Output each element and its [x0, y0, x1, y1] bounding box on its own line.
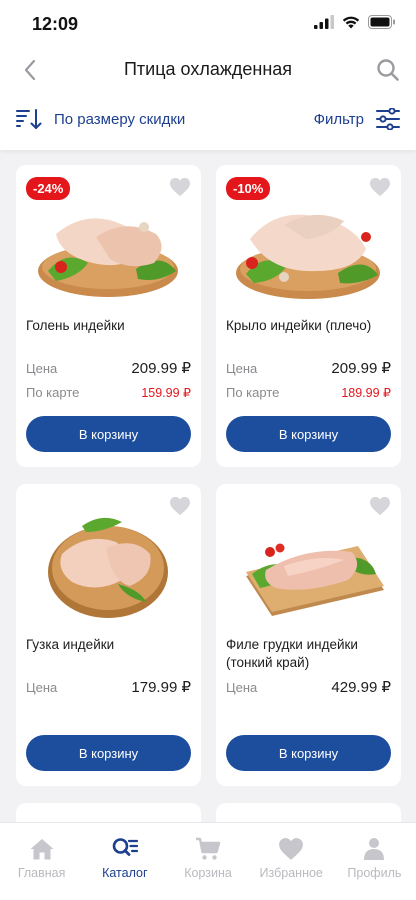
search-button[interactable] [374, 56, 402, 84]
product-image-turkey-tail [48, 517, 168, 618]
tab-favorites-label: Избранное [259, 866, 323, 880]
nav-bar: Птица охлажденная [0, 48, 416, 92]
price-label: Цена [226, 680, 258, 695]
add-to-cart-button[interactable]: В корзину [26, 735, 191, 771]
card-price-label: По карте [226, 385, 280, 400]
status-time: 12:09 [32, 14, 79, 34]
add-to-cart-button[interactable]: В корзину [226, 416, 391, 452]
product-card[interactable]: -10% Крыло индейки (плечо) Цена 209.99 ₽… [216, 165, 401, 467]
profile-icon [364, 838, 385, 860]
price-label: Цена [26, 361, 58, 376]
bottom-tab-bar: Главная Каталог Корзина Избранное Профил… [0, 822, 416, 900]
signal-icon [314, 15, 334, 29]
tab-profile-label: Профиль [347, 866, 402, 880]
search-icon [377, 59, 399, 81]
price-label: Цена [26, 680, 58, 695]
tab-cart[interactable]: Корзина [166, 823, 249, 900]
filter-button[interactable]: Фильтр [314, 108, 400, 130]
discount-badge: -10% [226, 177, 271, 200]
product-card[interactable]: Филе грудки индейки (тонкий край) Цена 4… [216, 484, 401, 786]
add-to-cart-button[interactable]: В корзину [226, 735, 391, 771]
product-name: Филе грудки индейки (тонкий край) [226, 637, 358, 670]
sort-filter-bar: По размеру скидки Фильтр [0, 92, 416, 150]
price-label: Цена [226, 361, 258, 376]
product-card[interactable]: -24% Голень индейки Цена 209.99 ₽ По кар… [16, 165, 201, 467]
card-price-value: 159.99 ₽ [141, 386, 191, 400]
wifi-icon [342, 16, 360, 29]
price-value: 179.99 ₽ [131, 679, 191, 696]
filter-label: Фильтр [313, 110, 364, 128]
product-image-turkey-breast [246, 543, 384, 616]
card-price-label: По карте [26, 385, 80, 400]
sort-button[interactable]: По размеру скидки [16, 108, 185, 130]
favorite-heart-icon[interactable] [369, 496, 391, 516]
cart-icon [196, 837, 221, 860]
add-to-cart-button[interactable]: В корзину [26, 416, 191, 452]
favorite-heart-icon[interactable] [169, 177, 191, 197]
product-card[interactable]: Гузка индейки Цена 179.99 ₽ В корзину [16, 484, 201, 786]
tab-catalog[interactable]: Каталог [83, 823, 166, 900]
tab-home-label: Главная [17, 866, 66, 880]
page-title: Птица охлажденная [123, 59, 293, 79]
price-value: 429.99 ₽ [331, 679, 391, 696]
product-name: Гузка индейки [26, 637, 115, 652]
filter-sliders-icon [376, 108, 400, 130]
battery-icon [368, 15, 395, 29]
status-icons [314, 15, 396, 29]
tab-profile[interactable]: Профиль [333, 823, 416, 900]
product-name: Крыло индейки (плечо) [226, 318, 372, 333]
tab-favorites[interactable]: Избранное [250, 823, 333, 900]
discount-badge: -24% [26, 177, 71, 200]
catalog-search-icon [112, 838, 138, 856]
tab-catalog-label: Каталог [102, 866, 148, 880]
product-name: Голень индейки [26, 318, 125, 333]
tab-home[interactable]: Главная [0, 823, 83, 900]
home-icon [30, 839, 54, 860]
favorite-heart-icon[interactable] [369, 177, 391, 197]
status-bar: 12:09 [0, 0, 416, 48]
price-value: 209.99 ₽ [331, 360, 391, 377]
price-value: 209.99 ₽ [131, 360, 191, 377]
favorite-heart-icon[interactable] [169, 496, 191, 516]
card-price-value: 189.99 ₽ [341, 386, 391, 400]
heart-icon [279, 838, 304, 860]
sort-label: По размеру скидки [54, 110, 186, 128]
tab-cart-label: Корзина [184, 866, 232, 880]
sort-icon [16, 109, 42, 129]
